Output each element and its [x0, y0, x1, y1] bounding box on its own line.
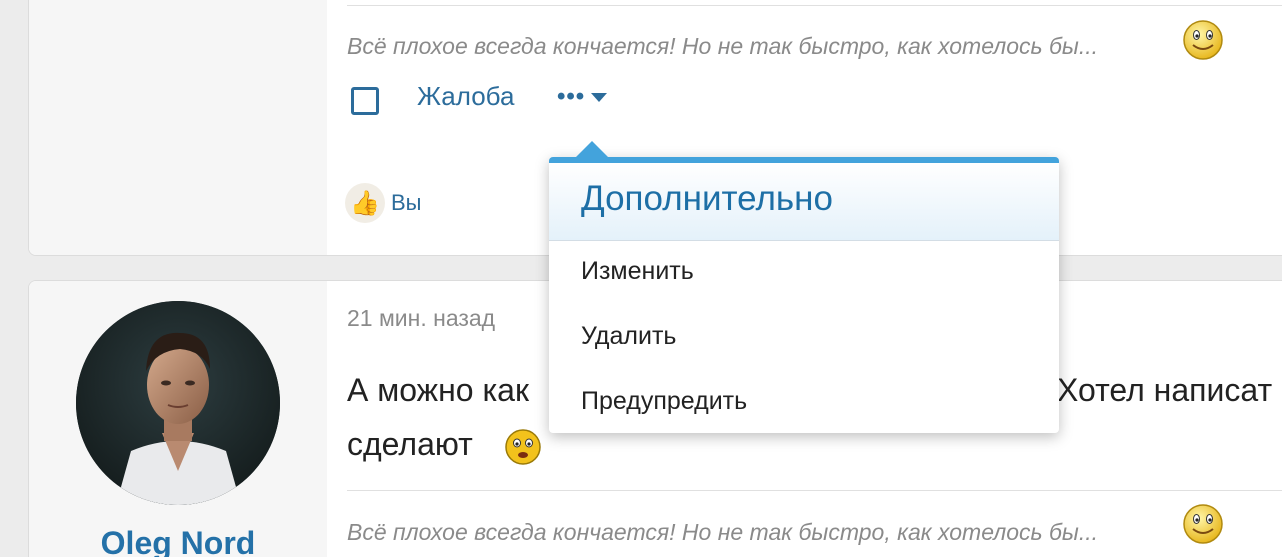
smiley-icon	[1183, 504, 1223, 544]
select-checkbox[interactable]	[351, 87, 379, 115]
menu-item-warn[interactable]: Предупредить	[549, 371, 1059, 433]
post-body-tail: Хотел написат	[1057, 372, 1273, 408]
dropdown-pointer	[575, 141, 609, 158]
caret-down-icon	[591, 92, 608, 102]
menu-item-delete[interactable]: Удалить	[549, 306, 1059, 371]
more-dots-icon: •••	[557, 83, 586, 110]
smiley-icon	[1183, 20, 1223, 60]
report-link[interactable]: Жалоба	[417, 81, 514, 112]
menu-title: Дополнительно	[549, 163, 1059, 241]
user-column: Oleg Nord	[29, 281, 327, 557]
reaction-summary[interactable]: 👍 Вы	[345, 183, 422, 223]
thumbs-up-icon: 👍	[345, 183, 385, 223]
signature-divider	[347, 490, 1282, 491]
reaction-user: Вы	[391, 190, 422, 215]
post-body-line2: сделают	[347, 426, 473, 462]
post-signature: Всё плохое всегда кончается! Но не так б…	[347, 519, 1099, 545]
menu-item-edit[interactable]: Изменить	[549, 241, 1059, 306]
avatar-image	[76, 301, 280, 505]
avatar[interactable]	[76, 301, 280, 505]
author-name[interactable]: Oleg Nord	[29, 525, 327, 557]
user-column	[29, 0, 327, 255]
post-signature: Всё плохое всегда кончается! Но не так б…	[347, 33, 1099, 59]
more-options-button[interactable]: •••	[557, 83, 608, 111]
post-body-start: А можно как	[347, 372, 529, 408]
more-options-menu: Дополнительно Изменить Удалить Предупред…	[549, 157, 1059, 433]
worried-smiley-icon	[504, 428, 541, 465]
signature-divider	[347, 5, 1282, 6]
post-timestamp[interactable]: 21 мин. назад	[347, 305, 495, 332]
